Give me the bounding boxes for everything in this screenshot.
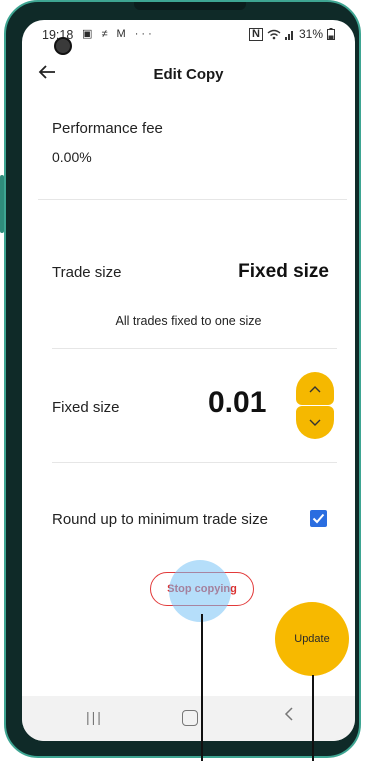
pointer-line-stop — [201, 614, 203, 761]
trade-size-description: All trades fixed to one size — [115, 314, 262, 328]
wifi-icon — [267, 29, 281, 39]
signal-icon — [284, 30, 293, 40]
fixed-size-value[interactable]: 0.01 — [208, 386, 266, 420]
phone-frame: 19:18 ▣ ≠ M ··· N 31% Edit Copy Performa… — [0, 0, 365, 761]
checkmark-icon — [312, 513, 325, 524]
page-title: Edit Copy — [153, 66, 224, 83]
performance-fee-label: Performance fee — [52, 120, 163, 137]
front-camera — [54, 37, 72, 55]
decrement-button[interactable] — [296, 406, 334, 439]
trade-size-mode[interactable]: Fixed size — [238, 261, 329, 283]
increment-button[interactable] — [296, 372, 334, 405]
bezel-top-notch — [134, 2, 246, 10]
update-button[interactable]: Update — [275, 602, 349, 676]
pointer-line-update — [312, 675, 314, 761]
home-icon[interactable] — [182, 710, 198, 726]
trade-size-label: Trade size — [52, 264, 122, 281]
chevron-up-icon — [309, 385, 321, 392]
round-up-checkbox[interactable] — [310, 510, 327, 527]
divider — [38, 199, 347, 200]
nav-back-icon[interactable] — [284, 706, 294, 727]
battery-icon — [327, 28, 335, 40]
battery-percent: 31% — [298, 27, 323, 41]
performance-fee-value: 0.00% — [52, 149, 92, 165]
screen: 19:18 ▣ ≠ M ··· N 31% Edit Copy Performa… — [22, 20, 355, 741]
divider — [52, 462, 337, 463]
notification-icons: ▣ ≠ M ··· — [82, 28, 155, 40]
chevron-down-icon — [309, 419, 321, 426]
stop-copying-button[interactable]: Stop copying — [150, 572, 254, 606]
chevron-left-icon — [284, 707, 293, 721]
recents-icon[interactable]: ||| — [86, 709, 103, 725]
nfc-icon: N — [249, 27, 263, 41]
round-up-label: Round up to minimum trade size — [52, 511, 268, 528]
fixed-size-stepper — [296, 372, 334, 439]
status-bar: 19:18 ▣ ≠ M ··· N 31% — [22, 20, 355, 48]
status-right: N 31% — [249, 27, 335, 41]
system-nav-bar: ||| — [22, 696, 355, 741]
fixed-size-label: Fixed size — [52, 399, 120, 416]
divider — [52, 348, 337, 349]
